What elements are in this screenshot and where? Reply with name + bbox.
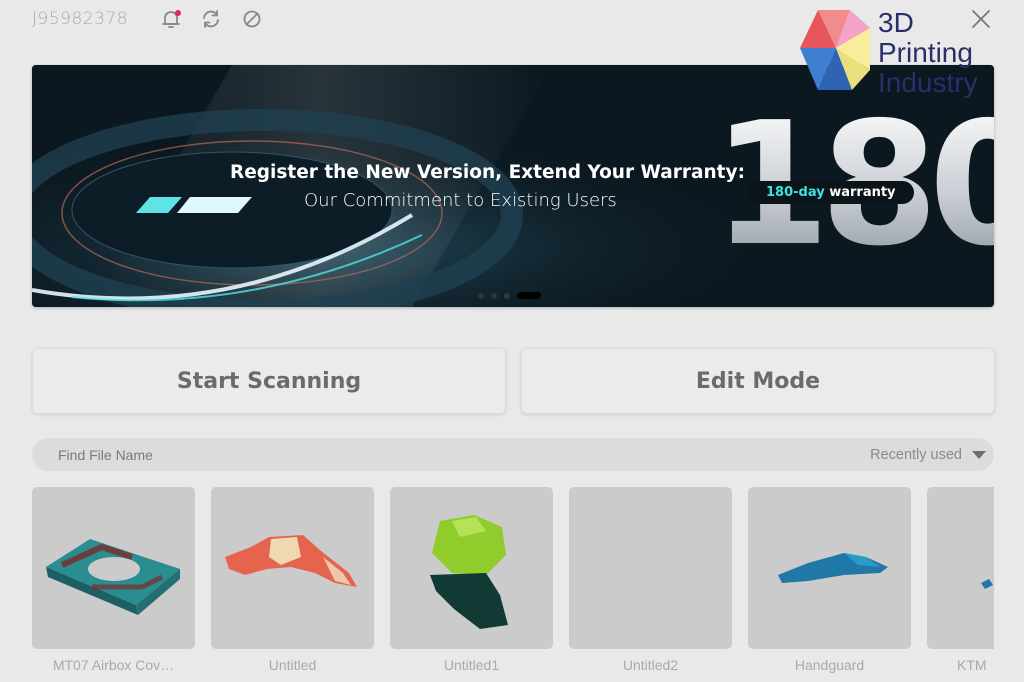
file-card[interactable]: Untitled2 — [569, 487, 732, 673]
clean-icon[interactable] — [241, 8, 263, 30]
file-thumbnail — [211, 487, 374, 649]
banner-title: Register the New Version, Extend Your Wa… — [230, 162, 745, 183]
promo-banner[interactable]: Register the New Version, Extend Your Wa… — [32, 65, 994, 307]
file-search-input[interactable] — [58, 438, 558, 471]
file-name: Untitled2 — [622, 657, 679, 673]
carousel-dots — [478, 292, 541, 299]
bell-icon[interactable] — [160, 8, 182, 30]
carousel-dot[interactable] — [491, 292, 497, 299]
sort-dropdown[interactable]: Recently used — [870, 438, 986, 471]
sync-icon[interactable] — [200, 8, 222, 30]
search-bar: Recently used — [32, 438, 994, 471]
file-thumbnail — [390, 487, 553, 649]
file-name: Untitled1 — [443, 657, 500, 673]
carousel-dot-active[interactable] — [517, 292, 541, 299]
warranty-pill-text: warranty — [824, 185, 896, 200]
file-card[interactable]: MT07 Airbox Cov… — [32, 487, 195, 673]
warranty-pill-accent: 180-day — [766, 185, 825, 200]
file-name: Handguard — [794, 657, 865, 673]
file-name: Untitled — [268, 657, 317, 673]
notification-dot — [175, 10, 181, 16]
file-thumbnail — [32, 487, 195, 649]
watermark-logo-mark — [800, 10, 870, 90]
file-card[interactable]: KTM — [927, 487, 994, 673]
carousel-dot[interactable] — [504, 292, 510, 299]
file-card[interactable]: Handguard — [748, 487, 911, 673]
watermark-logo-text: 3D Printing Industry — [878, 7, 978, 98]
warranty-pill: 180-day warranty — [748, 181, 914, 204]
file-name: MT07 Airbox Cov… — [52, 657, 175, 673]
sort-dropdown-value: Recently used — [870, 446, 962, 463]
file-list: MT07 Airbox Cov… Untitled Untitled1 Unti… — [32, 487, 994, 682]
file-card[interactable]: Untitled — [211, 487, 374, 673]
file-name: KTM — [957, 657, 987, 673]
file-thumbnail — [748, 487, 911, 649]
carousel-dot[interactable] — [478, 292, 484, 299]
chevron-down-icon — [972, 450, 986, 459]
file-thumbnail — [569, 487, 732, 649]
watermark-logo: 3D Printing Industry — [798, 8, 1013, 98]
edit-mode-button[interactable]: Edit Mode — [521, 348, 995, 414]
banner-subtitle: Our Commitment to Existing Users — [304, 190, 617, 211]
device-id: J95982378 — [32, 9, 129, 29]
start-scanning-button[interactable]: Start Scanning — [32, 348, 506, 414]
file-thumbnail — [927, 487, 994, 649]
file-card[interactable]: Untitled1 — [390, 487, 553, 673]
